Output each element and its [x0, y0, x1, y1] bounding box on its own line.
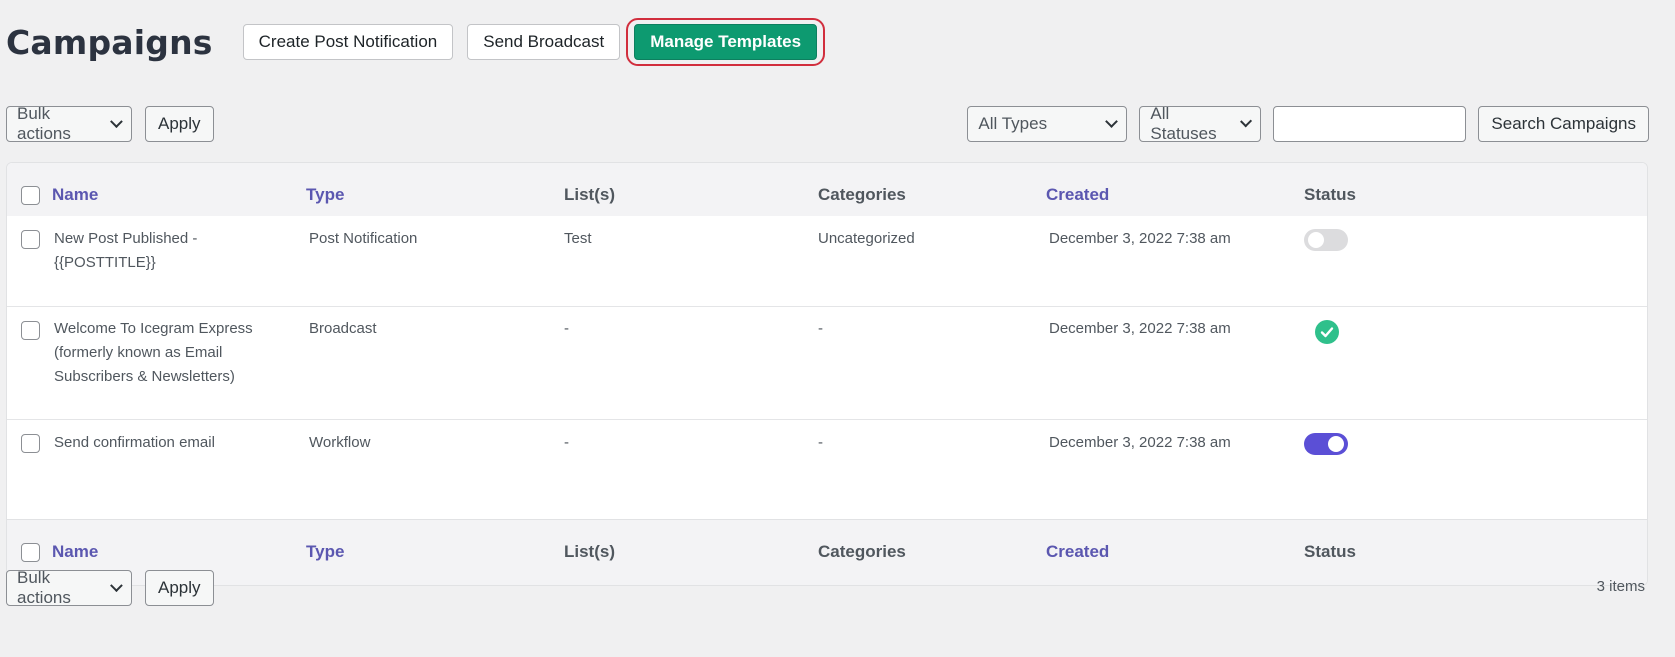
table-row: Welcome To Icegram Express (formerly kno… — [7, 306, 1647, 419]
bulk-actions-toolbar-bottom: Bulk actions Apply — [6, 567, 214, 607]
campaigns-table: Name Type List(s) Categories Created Sta… — [6, 162, 1648, 586]
column-footer-type[interactable]: Type — [306, 542, 344, 562]
table-row: Send confirmation email Workflow - - Dec… — [7, 419, 1647, 487]
campaign-created: December 3, 2022 7:38 am — [1049, 434, 1231, 451]
campaign-categories: - — [818, 320, 823, 337]
chevron-down-icon — [110, 578, 123, 592]
page-header: Campaigns Create Post Notification Send … — [6, 18, 826, 66]
highlight-ring: Manage Templates — [626, 18, 826, 66]
campaign-name-line: Welcome To Icegram Express — [54, 320, 253, 337]
campaign-name-line: (formerly known as Email — [54, 344, 223, 361]
column-footer-categories: Categories — [818, 542, 906, 561]
select-all-checkbox-footer[interactable] — [21, 543, 40, 562]
status-filter-label: All Statuses — [1150, 103, 1217, 143]
chevron-down-icon — [110, 114, 123, 128]
row-checkbox[interactable] — [21, 434, 40, 453]
check-circle-icon — [1315, 320, 1339, 344]
campaign-type: Post Notification — [309, 230, 418, 247]
campaign-categories: - — [818, 434, 823, 451]
toggle-knob — [1308, 232, 1324, 248]
bulk-actions-select[interactable]: Bulk actions — [6, 103, 132, 143]
chevron-down-icon — [1240, 114, 1253, 128]
page-title: Campaigns — [6, 22, 213, 62]
bulk-actions-label: Bulk actions — [17, 103, 71, 143]
bulk-actions-select-bottom[interactable]: Bulk actions — [6, 567, 132, 607]
column-header-created[interactable]: Created — [1046, 185, 1109, 205]
bulk-actions-toolbar-top: Bulk actions Apply — [6, 103, 214, 143]
campaign-name[interactable]: Send confirmation email — [54, 431, 215, 455]
send-broadcast-button[interactable]: Send Broadcast — [467, 24, 621, 60]
items-count: 3 items — [1596, 578, 1645, 595]
column-footer-status: Status — [1304, 542, 1356, 561]
campaign-lists: Test — [564, 230, 592, 247]
column-header-name[interactable]: Name — [52, 185, 98, 205]
campaign-name[interactable]: Welcome To Icegram Express (formerly kno… — [54, 317, 253, 389]
column-footer-name[interactable]: Name — [52, 542, 98, 562]
column-header-categories: Categories — [818, 185, 906, 204]
campaign-created: December 3, 2022 7:38 am — [1049, 230, 1231, 247]
campaign-type: Broadcast — [309, 320, 377, 337]
campaign-created: December 3, 2022 7:38 am — [1049, 320, 1231, 337]
row-checkbox[interactable] — [21, 321, 40, 340]
column-footer-created[interactable]: Created — [1046, 542, 1109, 562]
search-input[interactable] — [1273, 105, 1467, 142]
campaign-type: Workflow — [309, 434, 371, 451]
column-header-type[interactable]: Type — [306, 185, 344, 205]
status-filter-select[interactable]: All Statuses — [1139, 103, 1262, 143]
type-filter-label: All Types — [978, 113, 1048, 133]
column-footer-lists: List(s) — [564, 542, 615, 561]
table-footer: Name Type List(s) Categories Created Sta… — [7, 519, 1647, 585]
status-toggle-off[interactable] — [1304, 229, 1348, 251]
campaign-lists: - — [564, 320, 569, 337]
row-checkbox[interactable] — [21, 230, 40, 249]
campaign-name-line: New Post Published - — [54, 230, 198, 247]
campaign-lists: - — [564, 434, 569, 451]
campaign-name-line: {{POSTTITLE}} — [54, 254, 156, 271]
column-header-lists: List(s) — [564, 185, 615, 204]
search-campaigns-button[interactable]: Search Campaigns — [1478, 105, 1649, 142]
chevron-down-icon — [1105, 114, 1119, 128]
manage-templates-button[interactable]: Manage Templates — [634, 24, 818, 60]
toggle-knob — [1328, 436, 1344, 452]
bulk-actions-label: Bulk actions — [17, 567, 71, 607]
campaign-name-line: Subscribers & Newsletters) — [54, 368, 235, 385]
apply-button-bottom[interactable]: Apply — [145, 569, 214, 606]
type-filter-select[interactable]: All Types — [967, 105, 1128, 142]
filter-toolbar: All Types All Statuses Search Campaigns — [967, 103, 1649, 143]
table-row: New Post Published - {{POSTTITLE}} Post … — [7, 216, 1647, 306]
column-header-status: Status — [1304, 185, 1356, 204]
status-toggle-on[interactable] — [1304, 433, 1348, 455]
campaign-categories: Uncategorized — [818, 230, 915, 247]
create-post-notification-button[interactable]: Create Post Notification — [242, 24, 454, 60]
apply-button[interactable]: Apply — [145, 105, 214, 142]
select-all-checkbox[interactable] — [21, 186, 40, 205]
campaign-name[interactable]: New Post Published - {{POSTTITLE}} — [54, 227, 197, 275]
